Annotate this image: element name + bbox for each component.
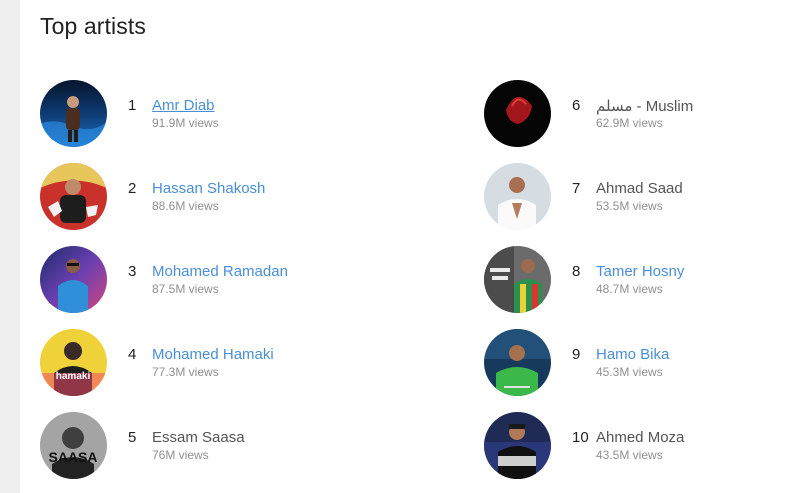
artist-rank: 4 (128, 346, 137, 363)
artist-views: 88.6M views (152, 199, 219, 213)
artist-avatar[interactable]: SAASA (40, 412, 107, 479)
artist-item-1[interactable]: 1 Amr Diab 91.9M views (40, 80, 370, 148)
artist-views: 62.9M views (596, 116, 663, 130)
artist-views: 53.5M views (596, 199, 663, 213)
artist-name: Essam Saasa (152, 429, 245, 446)
artist-views: 91.9M views (152, 116, 219, 130)
artist-item-6[interactable]: 6 مسلم - Muslim 62.9M views (484, 80, 796, 148)
artist-views: 87.5M views (152, 282, 219, 296)
artist-avatar[interactable] (484, 329, 551, 396)
artist-name-link[interactable]: Mohamed Ramadan (152, 263, 288, 280)
artist-item-2[interactable]: 2 Hassan Shakosh 88.6M views (40, 163, 370, 231)
artist-name-link[interactable]: Mohamed Hamaki (152, 346, 274, 363)
artist-views: 43.5M views (596, 448, 663, 462)
artist-name-link[interactable]: Amr Diab (152, 97, 215, 114)
artist-views: 48.7M views (596, 282, 663, 296)
saasa-logo-text: SAASA (48, 449, 97, 465)
artist-item-3[interactable]: 3 Mohamed Ramadan 87.5M views (40, 246, 370, 314)
artist-rank: 10 (572, 429, 589, 446)
artist-rank: 2 (128, 180, 137, 197)
artist-rank: 3 (128, 263, 137, 280)
artist-name-link[interactable]: Hamo Bika (596, 346, 669, 363)
artist-avatar[interactable] (484, 80, 551, 147)
artist-name-link[interactable]: Hassan Shakosh (152, 180, 265, 197)
artist-avatar[interactable]: hamaki (40, 329, 107, 396)
artist-name-link[interactable]: Tamer Hosny (596, 263, 684, 280)
artist-item-7[interactable]: 7 Ahmad Saad 53.5M views (484, 163, 796, 231)
artist-views: 45.3M views (596, 365, 663, 379)
artist-avatar[interactable] (40, 80, 107, 147)
artist-rank: 9 (572, 346, 581, 363)
artist-views: 77.3M views (152, 365, 219, 379)
artist-name: Ahmed Moza (596, 429, 685, 446)
hamaki-logo-text: hamaki (56, 371, 91, 382)
artist-avatar[interactable] (484, 246, 551, 313)
artist-item-10[interactable]: 10 Ahmed Moza 43.5M views (484, 412, 796, 480)
artist-name: مسلم - Muslim (596, 98, 694, 115)
artist-avatar[interactable] (484, 412, 551, 479)
left-gutter (0, 0, 20, 493)
artist-rank: 8 (572, 263, 581, 280)
artist-item-5[interactable]: SAASA 5 Essam Saasa 76M views (40, 412, 370, 480)
artist-rank: 1 (128, 97, 137, 114)
artist-name: Ahmad Saad (596, 180, 683, 197)
top-artists-page: Top artists 1 Amr Diab 91.9M views 2 Has… (0, 0, 796, 493)
artist-item-8[interactable]: 8 Tamer Hosny 48.7M views (484, 246, 796, 314)
artist-avatar[interactable] (40, 163, 107, 230)
artist-rank: 5 (128, 429, 137, 446)
artist-avatar[interactable] (40, 246, 107, 313)
artist-rank: 6 (572, 97, 581, 114)
artist-rank: 7 (572, 180, 581, 197)
artist-item-9[interactable]: 9 Hamo Bika 45.3M views (484, 329, 796, 397)
artist-item-4[interactable]: hamaki 4 Mohamed Hamaki 77.3M views (40, 329, 370, 397)
section-title: Top artists (40, 13, 146, 39)
artist-views: 76M views (152, 448, 209, 462)
artist-avatar[interactable] (484, 163, 551, 230)
